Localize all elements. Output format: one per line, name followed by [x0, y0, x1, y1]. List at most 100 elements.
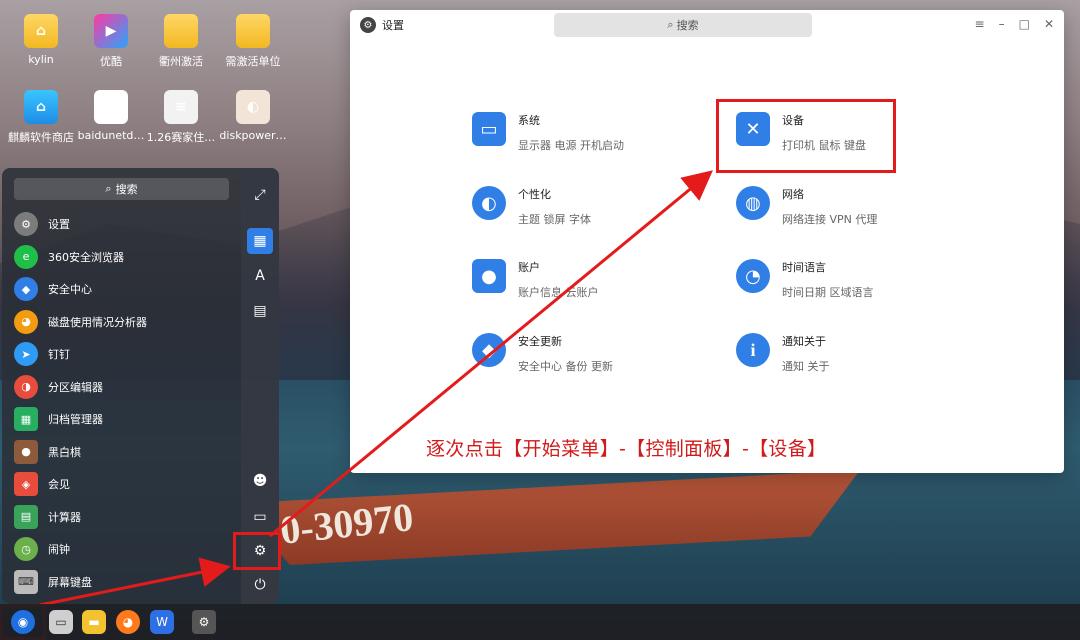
settings-taskbar-icon[interactable]: ⚙: [192, 610, 216, 634]
home-folder-icon: ⌂: [24, 14, 58, 48]
desktop-icon-quzhou-folder[interactable]: 衢州激活: [140, 14, 222, 69]
menu-item-label: 设置: [48, 218, 70, 232]
category-personalization[interactable]: ◐ 个性化 主题 锁屏 字体: [472, 186, 591, 227]
diskpower-icon: ◐: [236, 90, 270, 124]
menu-item-360-browser[interactable]: e 360安全浏览器: [14, 241, 234, 274]
desktop-icon-activation-folder[interactable]: 需激活单位: [212, 14, 294, 69]
category-subitems: 显示器 电源 开机启动: [518, 139, 624, 152]
document-icon: ≡: [164, 90, 198, 124]
meeting-icon: ◈: [14, 472, 38, 497]
desktop-icon-label: diskpower…: [219, 129, 287, 142]
window-title-bar: ⚙ 设置: [360, 17, 404, 33]
category-name: 时间语言: [782, 261, 826, 274]
menu-item-partition-editor[interactable]: ◑ 分区编辑器: [14, 371, 234, 404]
category-name: 账户: [518, 261, 540, 274]
reversi-icon: ●: [14, 439, 38, 464]
calculator-icon: ▤: [14, 504, 38, 529]
minimize-icon[interactable]: –: [999, 17, 1005, 31]
menu-item-calculator[interactable]: ▤ 计算器: [14, 501, 234, 534]
computer-icon[interactable]: ▭: [247, 504, 273, 530]
menu-item-label: 钉钉: [48, 348, 70, 362]
category-network[interactable]: ◍ 网络 网络连接 VPN 代理: [736, 186, 877, 227]
dingtalk-icon: ➤: [14, 342, 38, 367]
user-icon: ●: [472, 259, 506, 293]
menu-item-label: 360安全浏览器: [48, 250, 124, 264]
menu-item-label: 分区编辑器: [48, 380, 103, 394]
menu-item-label: 归档管理器: [48, 413, 103, 427]
category-name: 网络: [782, 188, 804, 201]
category-system[interactable]: ▭ 系统 显示器 电源 开机启动: [472, 112, 624, 153]
menu-icon[interactable]: ≡: [975, 17, 985, 31]
info-icon: i: [736, 333, 770, 367]
category-subitems: 网络连接 VPN 代理: [782, 213, 878, 226]
category-name: 系统: [518, 114, 540, 127]
expand-icon[interactable]: ⤢: [247, 182, 273, 208]
settings-search-input[interactable]: ⌕ 搜索: [554, 13, 812, 37]
category-subitems: 安全中心 备份 更新: [518, 360, 613, 373]
category-subitems: 时间日期 区域语言: [782, 286, 874, 299]
highlight-control-panel: [233, 532, 281, 570]
start-menu-search[interactable]: ⌕ 搜索: [14, 178, 229, 200]
multitask-view-icon[interactable]: ▭: [49, 610, 73, 634]
wps-writer-icon[interactable]: W: [150, 610, 174, 634]
menu-item-archive-manager[interactable]: ▦ 归档管理器: [14, 403, 234, 436]
file-manager-icon[interactable]: ▬: [82, 610, 106, 634]
category-subitems: 主题 锁屏 字体: [518, 213, 591, 226]
shield-update-icon: ◆: [472, 333, 506, 367]
folder-icon: [164, 14, 198, 48]
security-center-icon: ◆: [14, 277, 38, 302]
archive-manager-icon: ▦: [14, 407, 38, 432]
menu-item-security-center[interactable]: ◆ 安全中心: [14, 273, 234, 306]
desktop-icon-diskpower[interactable]: ◐ diskpower…: [212, 90, 294, 142]
menu-item-label: 会见: [48, 478, 70, 492]
disk-analyzer-icon: ◕: [14, 309, 38, 334]
globe-icon: ◍: [736, 186, 770, 220]
alarm-clock-icon: ◷: [14, 537, 38, 562]
firefox-icon[interactable]: ◕: [116, 610, 140, 634]
category-security-update[interactable]: ◆ 安全更新 安全中心 备份 更新: [472, 333, 613, 374]
maximize-icon[interactable]: □: [1019, 17, 1030, 31]
folder-icon: [236, 14, 270, 48]
category-notification-about[interactable]: i 通知关于 通知 关于: [736, 333, 830, 374]
letter-sort-icon[interactable]: A: [247, 263, 273, 289]
menu-item-alarm-clock[interactable]: ◷ 闹钟: [14, 533, 234, 566]
desktop-icon-label: 1.26赛家住…: [146, 131, 216, 144]
search-icon: ⌕: [105, 182, 112, 195]
start-menu-app-list: ⚙ 设置 e 360安全浏览器 ◆ 安全中心 ◕ 磁盘使用情况分析器 ➤ 钉钉 …: [14, 208, 234, 598]
category-sort-icon[interactable]: ▤: [247, 298, 273, 324]
menu-item-dingtalk[interactable]: ➤ 钉钉: [14, 338, 234, 371]
menu-item-screen-keyboard[interactable]: ⌨ 屏幕键盘: [14, 566, 234, 599]
menu-item-label: 黑白棋: [48, 445, 81, 459]
all-apps-icon[interactable]: ▦: [247, 228, 273, 254]
category-account[interactable]: ● 账户 账户信息 云账户: [472, 259, 599, 300]
menu-item-meeting[interactable]: ◈ 会见: [14, 468, 234, 501]
power-icon[interactable]: ⏻: [247, 572, 273, 598]
monitor-icon: ▭: [472, 112, 506, 146]
menu-item-disk-analyzer[interactable]: ◕ 磁盘使用情况分析器: [14, 306, 234, 339]
desktop-icon-label: 衢州激活: [159, 55, 203, 68]
category-subitems: 账户信息 云账户: [518, 286, 599, 299]
menu-item-label: 计算器: [48, 510, 81, 524]
start-menu-search-placeholder: 搜索: [115, 183, 138, 196]
menu-item-label: 闹钟: [48, 543, 70, 557]
highlight-devices: [716, 99, 896, 173]
category-time-language[interactable]: ◔ 时间语言 时间日期 区域语言: [736, 259, 874, 300]
instruction-text: 逐次点击【开始菜单】-【控制面板】-【设备】: [426, 438, 827, 460]
clock-icon: ◔: [736, 259, 770, 293]
menu-item-reversi[interactable]: ● 黑白棋: [14, 436, 234, 469]
settings-search-placeholder: 搜索: [676, 19, 699, 32]
taskbar: ◉ ▭ ▬ ◕ W ⚙: [0, 604, 1080, 640]
user-avatar-icon[interactable]: ☻: [247, 468, 273, 494]
settings-icon: ⚙: [14, 212, 38, 237]
category-name: 个性化: [518, 188, 551, 201]
store-icon: ⌂: [24, 90, 58, 124]
menu-item-settings[interactable]: ⚙ 设置: [14, 208, 234, 241]
360-browser-icon: e: [14, 244, 38, 269]
settings-app-icon: ⚙: [360, 17, 376, 33]
close-icon[interactable]: ✕: [1044, 17, 1054, 31]
start-menu-button-icon[interactable]: ◉: [11, 610, 35, 634]
partition-editor-icon: ◑: [14, 374, 38, 399]
desktop-icon-document[interactable]: ≡ 1.26赛家住…: [140, 90, 222, 145]
desktop-icon-label: 需激活单位: [225, 55, 281, 68]
menu-item-label: 屏幕键盘: [48, 575, 92, 589]
